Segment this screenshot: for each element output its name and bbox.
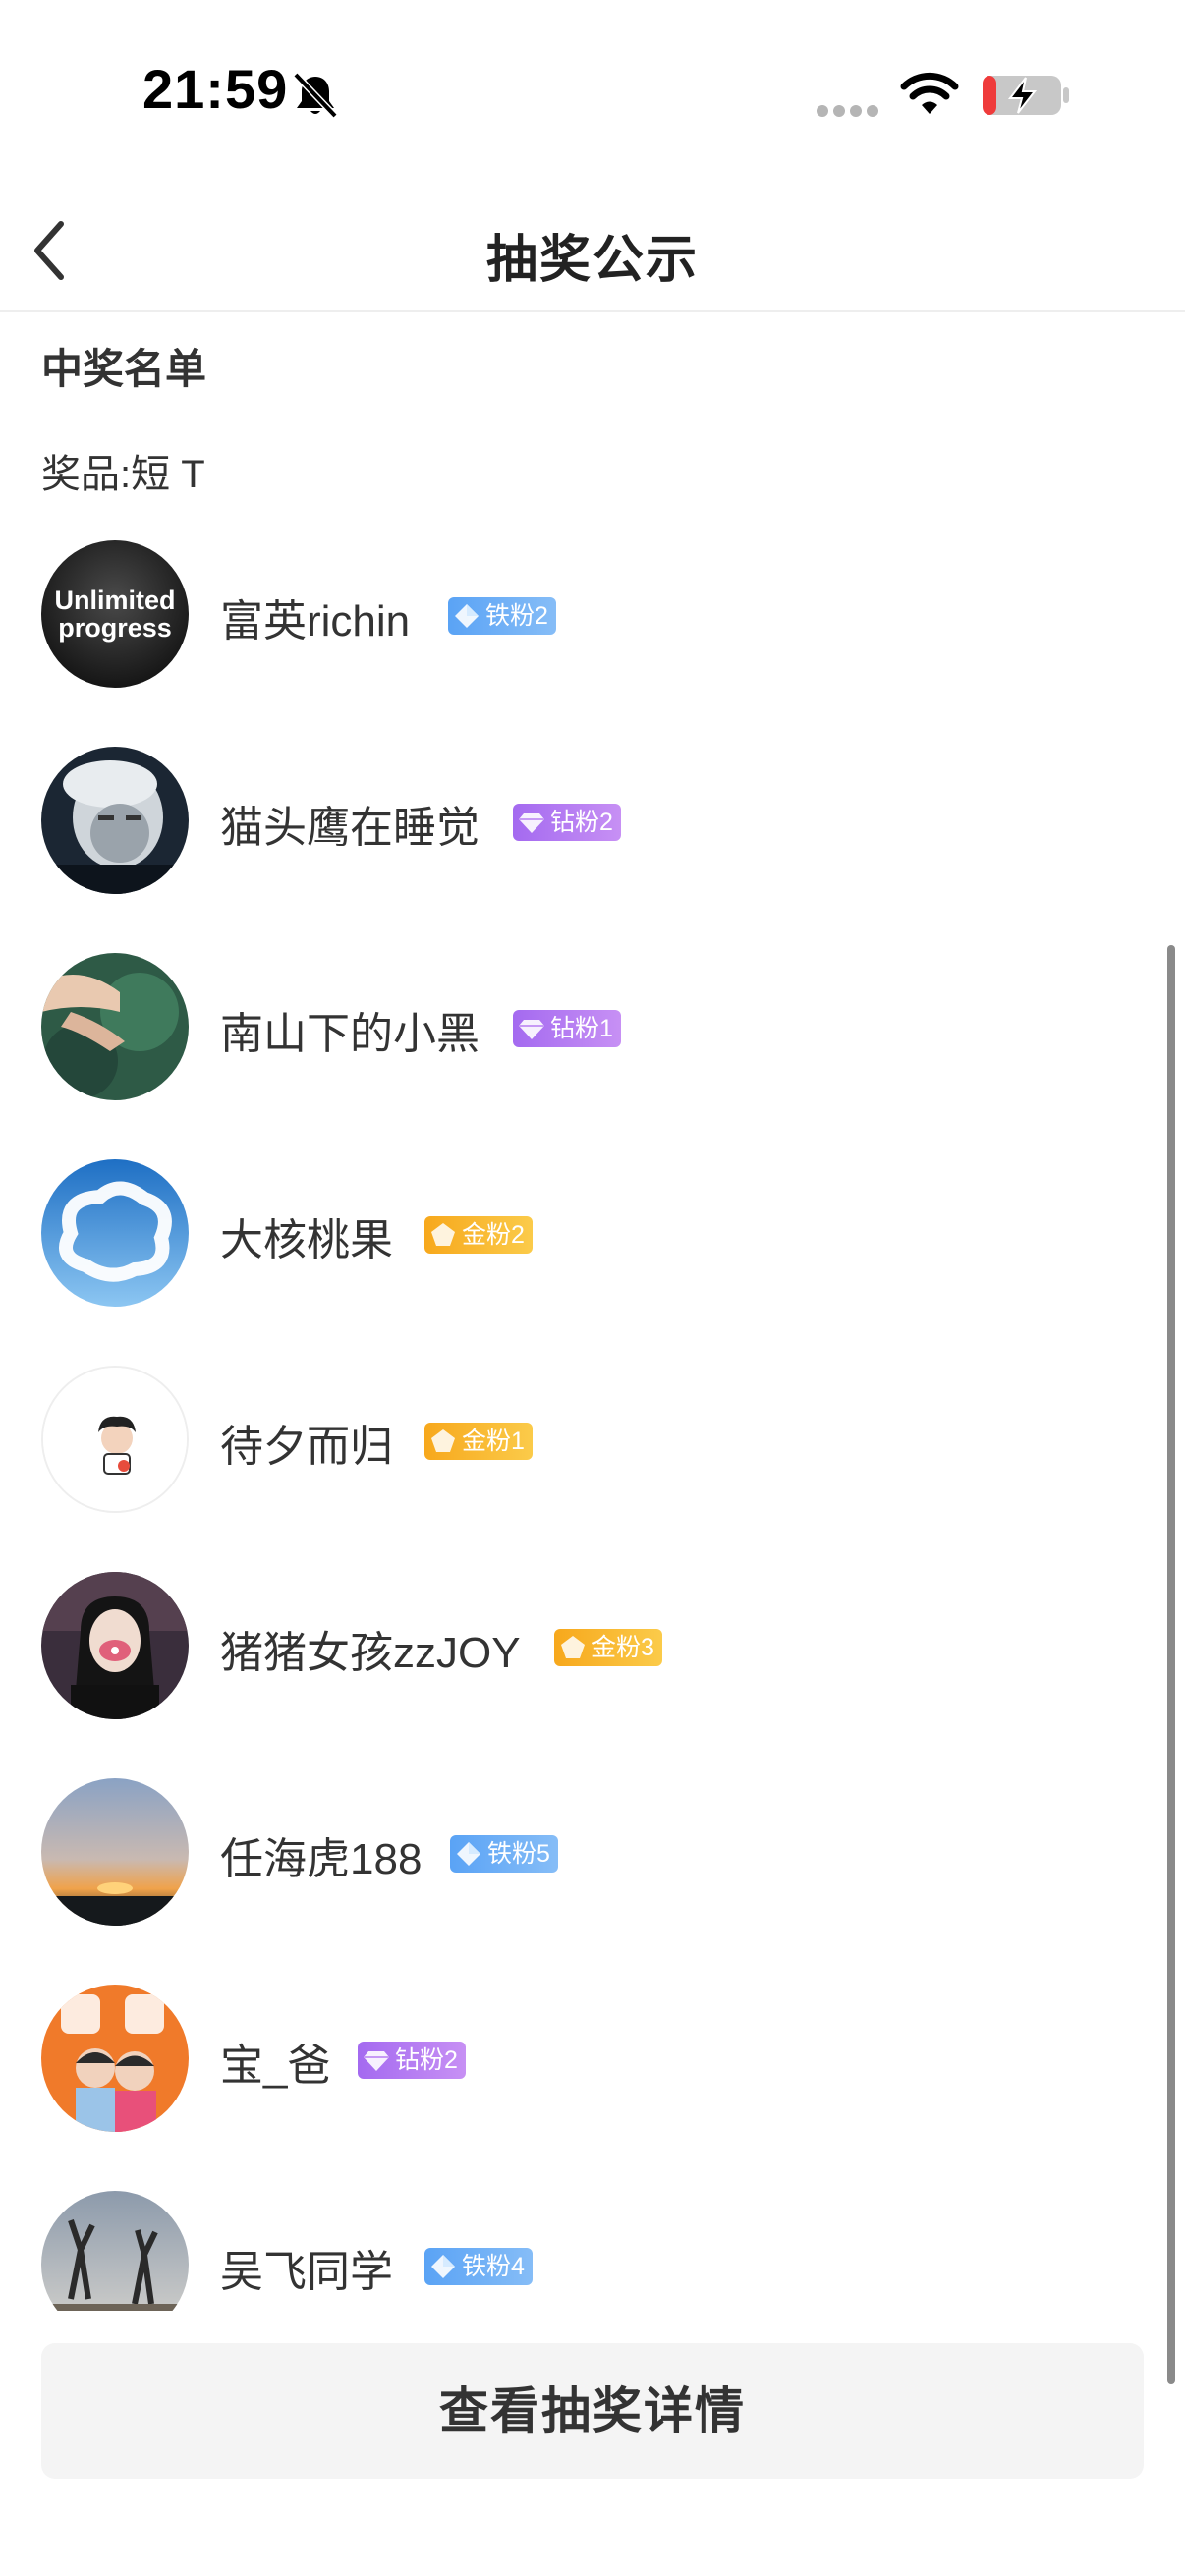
fan-badge: 钻粉2 xyxy=(358,2042,466,2079)
gem-icon xyxy=(519,1020,544,1039)
winner-item[interactable]: 南山下的小黑 钻粉1 xyxy=(0,933,1185,1140)
avatar[interactable] xyxy=(41,953,189,1100)
winner-item[interactable]: 待夕而归 金粉1 xyxy=(0,1346,1185,1552)
wifi-icon xyxy=(900,72,959,114)
badge-label: 铁粉2 xyxy=(485,602,548,630)
status-bar: 21:59 xyxy=(0,0,1185,187)
winner-item[interactable]: Unlimited progress 富英richin 铁粉2 xyxy=(0,521,1185,727)
diamond-icon xyxy=(455,604,479,628)
avatar[interactable] xyxy=(41,1985,189,2132)
diamond-icon xyxy=(457,1842,480,1866)
fan-badge: 钻粉1 xyxy=(513,1010,621,1047)
badge-label: 钻粉2 xyxy=(550,809,613,836)
winner-item[interactable]: 吴飞同学 铁粉4 xyxy=(0,2171,1185,2311)
winner-item[interactable]: 大核桃果 金粉2 xyxy=(0,1140,1185,1346)
winner-name: 待夕而归 xyxy=(220,1423,393,1471)
screen: 21:59 抽奖公示 中奖名单 奖品:短 T Unlimited progres… xyxy=(0,0,1185,2576)
nav-bar: 抽奖公示 xyxy=(0,187,1185,312)
winner-name: 猪猪女孩zzJOY xyxy=(220,1629,521,1677)
bell-muted-icon xyxy=(293,72,338,119)
status-time: 21:59 xyxy=(142,58,289,120)
battery-charging-icon xyxy=(983,76,1069,115)
fan-badge: 钻粉2 xyxy=(513,804,621,841)
winner-item[interactable]: 任海虎188 铁粉5 xyxy=(0,1759,1185,1965)
winner-name: 大核桃果 xyxy=(220,1216,393,1264)
winner-name: 富英richin xyxy=(220,597,411,645)
badge-label: 钻粉1 xyxy=(550,1015,613,1042)
avatar[interactable] xyxy=(41,1366,189,1513)
avatar-text-line2: progress xyxy=(58,613,172,643)
fan-badge: 金粉2 xyxy=(424,1216,533,1254)
winner-item[interactable]: 宝_爸 钻粉2 xyxy=(0,1965,1185,2171)
badge-label: 铁粉4 xyxy=(462,2253,525,2280)
diamond-icon xyxy=(431,2255,455,2278)
badge-label: 金粉1 xyxy=(462,1428,525,1455)
view-lottery-details-button[interactable]: 查看抽奖详情 xyxy=(41,2343,1144,2479)
pentagon-gem-icon xyxy=(431,1429,455,1452)
fan-badge: 铁粉5 xyxy=(450,1835,558,1873)
avatar[interactable] xyxy=(41,2191,189,2311)
avatar[interactable] xyxy=(41,747,189,894)
avatar[interactable] xyxy=(41,1159,189,1307)
fan-badge: 金粉3 xyxy=(554,1629,662,1666)
fan-badge: 金粉1 xyxy=(424,1423,533,1460)
winner-name: 吴飞同学 xyxy=(220,2248,393,2296)
winner-name: 南山下的小黑 xyxy=(220,1010,480,1058)
winner-list[interactable]: Unlimited progress 富英richin 铁粉2 猫头鹰在睡觉 钻… xyxy=(0,521,1185,2311)
winner-name: 宝_爸 xyxy=(220,2042,331,2090)
gem-icon xyxy=(364,2051,389,2071)
signal-dots-icon xyxy=(817,105,878,117)
winner-item[interactable]: 猪猪女孩zzJOY 金粉3 xyxy=(0,1552,1185,1759)
fan-badge: 铁粉4 xyxy=(424,2248,533,2285)
gem-icon xyxy=(519,813,544,833)
winner-name: 任海虎188 xyxy=(220,1835,423,1883)
avatar[interactable] xyxy=(41,1778,189,1926)
badge-label: 金粉2 xyxy=(462,1221,525,1249)
pentagon-gem-icon xyxy=(561,1636,585,1658)
avatar[interactable]: Unlimited progress xyxy=(41,540,189,688)
avatar[interactable] xyxy=(41,1572,189,1719)
page-title: 抽奖公示 xyxy=(485,232,699,289)
avatar-text-line1: Unlimited xyxy=(54,586,175,615)
prize-label: 奖品:短 T xyxy=(41,453,205,496)
badge-label: 金粉3 xyxy=(592,1634,654,1661)
fan-badge: 铁粉2 xyxy=(448,597,556,635)
winner-name: 猫头鹰在睡觉 xyxy=(220,804,480,852)
scrollbar[interactable] xyxy=(1167,945,1175,2384)
pentagon-gem-icon xyxy=(431,1223,455,1246)
winner-item[interactable]: 猫头鹰在睡觉 钻粉2 xyxy=(0,727,1185,933)
winner-list-heading: 中奖名单 xyxy=(41,346,207,392)
badge-label: 钻粉2 xyxy=(395,2046,458,2074)
badge-label: 铁粉5 xyxy=(487,1840,550,1868)
